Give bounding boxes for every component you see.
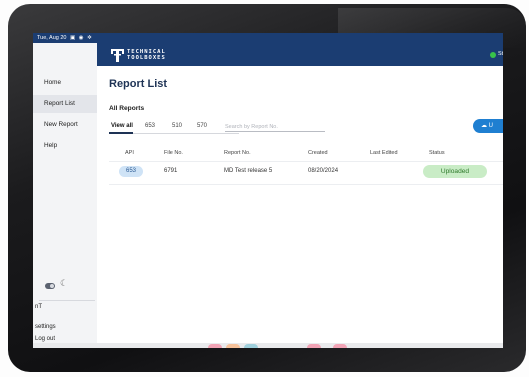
calendar-icon: ▣: [70, 35, 76, 41]
main-content: Report List All Reports View all 653 510…: [97, 66, 503, 348]
bottom-nav-bar: [33, 343, 503, 348]
column-header-report-no[interactable]: Report No.: [224, 150, 251, 156]
upload-button-label: U: [488, 123, 494, 129]
logo-text: TECHNICAL TOOLBOXES: [127, 49, 166, 61]
tab-view-all[interactable]: View all: [111, 123, 133, 129]
row-divider: [109, 184, 503, 185]
tab-570[interactable]: 570: [197, 123, 207, 129]
column-header-status[interactable]: Status: [429, 150, 445, 156]
theme-toggle[interactable]: [45, 283, 55, 289]
cell-file-no: 6791: [164, 168, 178, 174]
status-badge: Uploaded: [423, 165, 487, 178]
sidebar-divider: [39, 300, 95, 301]
dock-app-icon[interactable]: [244, 344, 258, 348]
search-input[interactable]: [225, 122, 325, 132]
api-badge: 653: [119, 166, 143, 177]
column-header-created[interactable]: Created: [308, 150, 328, 156]
logo-line2: TOOLBOXES: [127, 55, 166, 61]
column-header-file-no[interactable]: File No.: [164, 150, 183, 156]
sidebar-item-account[interactable]: nT: [35, 304, 42, 310]
online-status-text: St: [498, 51, 503, 57]
scene: Tue, Aug 20 ▣ ◉ ✲ Home Report List New R…: [0, 0, 529, 377]
dock-app-icon[interactable]: [307, 344, 321, 348]
cloud-upload-icon: ☁: [481, 123, 487, 129]
settings-icon: ✲: [87, 35, 92, 41]
moon-icon: ☾: [60, 278, 69, 288]
dock-app-icon[interactable]: [226, 344, 240, 348]
column-header-last-edited[interactable]: Last Edited: [370, 150, 398, 156]
sidebar-item-settings[interactable]: settings: [35, 324, 56, 330]
active-tab-indicator: [109, 132, 133, 134]
sidebar-item-home[interactable]: Home: [33, 74, 97, 92]
top-bar: TECHNICAL TOOLBOXES St: [97, 33, 503, 66]
online-status-dot: [490, 52, 496, 58]
sidebar-item-logout[interactable]: Log out: [35, 336, 55, 342]
cell-created: 08/20/2024: [308, 168, 339, 174]
sidebar-item-help[interactable]: Help: [33, 137, 97, 155]
tab-510[interactable]: 510: [172, 123, 182, 129]
section-title: All Reports: [109, 105, 145, 112]
column-header-api[interactable]: API: [125, 150, 134, 156]
header-divider: [109, 161, 503, 162]
cell-report-no: MD Test release 5: [224, 168, 273, 174]
sidebar: Home Report List New Report Help ☾ nT se…: [33, 43, 97, 348]
status-date: Tue, Aug 20: [37, 35, 67, 41]
sidebar-item-report-list[interactable]: Report List: [33, 95, 97, 113]
app-screen: Tue, Aug 20 ▣ ◉ ✲ Home Report List New R…: [33, 33, 503, 348]
notification-icon: ◉: [78, 35, 84, 41]
logo-icon: [111, 49, 124, 62]
tab-653[interactable]: 653: [145, 123, 155, 129]
upload-button[interactable]: ☁ U: [473, 119, 503, 133]
page-title: Report List: [109, 78, 168, 90]
dock-app-icon[interactable]: [208, 344, 222, 348]
sidebar-item-new-report[interactable]: New Report: [33, 116, 97, 134]
dock-app-icon[interactable]: [333, 344, 347, 348]
